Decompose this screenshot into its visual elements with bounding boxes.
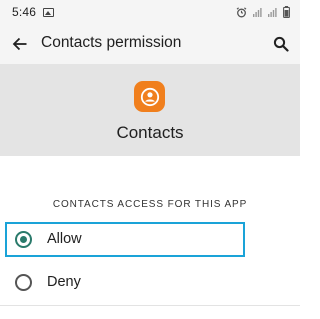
gallery-icon (43, 7, 55, 17)
allow-radio[interactable] (15, 231, 32, 248)
section-label: CONTACTS ACCESS FOR THIS APP (52, 199, 248, 210)
search-button[interactable] (270, 33, 292, 55)
deny-option[interactable]: Deny (0, 263, 300, 303)
app-bar: Contacts permission (0, 24, 300, 64)
battery-icon (283, 6, 290, 18)
status-bar: 5:46 (0, 0, 300, 24)
status-time: 5:46 (12, 5, 37, 19)
search-icon (273, 36, 289, 52)
alarm-icon (236, 6, 247, 17)
signal-icon (268, 8, 277, 17)
page-title: Contacts permission (41, 34, 182, 51)
contacts-icon (134, 81, 165, 112)
selection-highlight (5, 222, 245, 257)
app-header: Contacts (0, 64, 300, 156)
divider (0, 305, 300, 306)
wifi-icon (253, 8, 262, 17)
back-button[interactable] (9, 33, 31, 55)
deny-radio[interactable] (15, 274, 32, 291)
allow-label: Allow (47, 231, 82, 247)
arrow-left-icon (12, 37, 27, 51)
app-name: Contacts (116, 123, 184, 142)
status-icons (236, 6, 290, 18)
deny-label: Deny (47, 274, 81, 290)
allow-option[interactable]: Allow (0, 220, 300, 260)
